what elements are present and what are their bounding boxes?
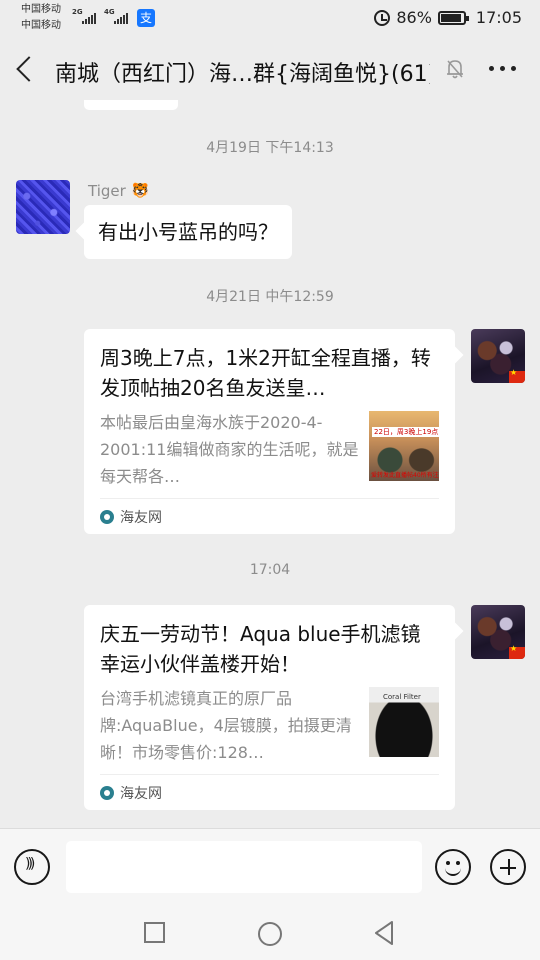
- card-source: 海友网: [100, 774, 439, 810]
- card-thumbnail: 22日，周3晚上19点 爱转发此直播帖40所有注意!: [369, 411, 439, 481]
- china-flag-icon: [509, 644, 525, 659]
- partial-message-bubble[interactable]: [84, 100, 178, 110]
- thumbnail-caption: 爱转发此直播帖40所有注意!: [371, 472, 439, 479]
- signal-icon-2: [114, 12, 128, 24]
- alarm-icon: [374, 9, 391, 26]
- link-card[interactable]: 周3晚上7点，1米2开缸全程直播，转发顶帖抽20名鱼友送皇… 本帖最后由皇海水族…: [84, 329, 455, 534]
- mute-icon: [447, 60, 463, 79]
- carrier-label-1: 中国移动: [21, 4, 61, 15]
- home-icon[interactable]: [258, 922, 282, 946]
- battery-icon: [437, 10, 469, 25]
- system-nav-bar: [0, 908, 540, 960]
- voice-icon[interactable]: [14, 849, 50, 885]
- timestamp: 17:04: [249, 562, 291, 578]
- emoji-icon[interactable]: [435, 849, 471, 885]
- source-label: 海友网: [120, 785, 162, 802]
- back-icon[interactable]: [16, 56, 42, 82]
- carrier-label-2: 中国移动: [21, 20, 61, 31]
- sender-name-label: Tiger: [88, 182, 126, 200]
- signal-icon-1: [82, 12, 96, 24]
- card-source: 海友网: [100, 498, 439, 534]
- alipay-icon: 支: [137, 9, 155, 27]
- timestamp: 4月19日 下午14:13: [206, 140, 334, 156]
- input-bar: [0, 828, 540, 908]
- sender-name: Tiger 🐯: [88, 182, 149, 200]
- card-title: 周3晚上7点，1米2开缸全程直播，转发顶帖抽20名鱼友送皇…: [100, 346, 431, 400]
- message-input[interactable]: [66, 841, 422, 893]
- avatar[interactable]: [16, 180, 70, 234]
- thumbnail-caption: 22日，周3晚上19点: [372, 427, 439, 437]
- status-bar: 中国移动 中国移动 2G 4G 支 86% 17:05: [0, 0, 540, 38]
- tiger-emoji-icon: 🐯: [131, 183, 150, 199]
- card-description: 本帖最后由皇海水族于2020-4-2001:11编辑做商家的生活呢，就是每天帮各…: [100, 413, 359, 486]
- message-bubble[interactable]: 有出小号蓝吊的吗？: [84, 205, 292, 259]
- card-thumbnail: Coral Filter: [369, 687, 439, 757]
- source-app-icon: [100, 785, 114, 800]
- battery-percent: 86%: [396, 8, 432, 27]
- plus-icon[interactable]: [490, 849, 526, 885]
- source-label: 海友网: [120, 509, 162, 526]
- avatar[interactable]: [471, 329, 525, 383]
- thumbnail-caption: Coral Filter: [383, 693, 421, 701]
- chat-title: 南城（西红门）海…群{海阔鱼悦}(61): [55, 62, 430, 87]
- chat-header: 南城（西红门）海…群{海阔鱼悦}(61): [0, 38, 540, 100]
- recent-apps-icon[interactable]: [144, 922, 165, 943]
- card-title: 庆五一劳动节！Aqua blue手机滤镜幸运小伙伴盖楼开始！: [100, 622, 421, 676]
- clock: 17:05: [475, 8, 522, 27]
- china-flag-icon: [509, 368, 525, 383]
- message-list[interactable]: 4月19日 下午14:13 Tiger 🐯 有出小号蓝吊的吗？ 4月21日 中午…: [0, 100, 540, 828]
- timestamp: 4月21日 中午12:59: [206, 289, 334, 305]
- link-card[interactable]: 庆五一劳动节！Aqua blue手机滤镜幸运小伙伴盖楼开始！ 台湾手机滤镜真正的…: [84, 605, 455, 810]
- source-app-icon: [100, 509, 114, 524]
- card-description: 台湾手机滤镜真正的原厂品牌:AquaBlue，4层镀膜，拍摄更清晰！市场零售价:…: [100, 689, 352, 762]
- nav-back-icon[interactable]: [372, 920, 396, 946]
- avatar[interactable]: [471, 605, 525, 659]
- more-icon[interactable]: [489, 66, 516, 71]
